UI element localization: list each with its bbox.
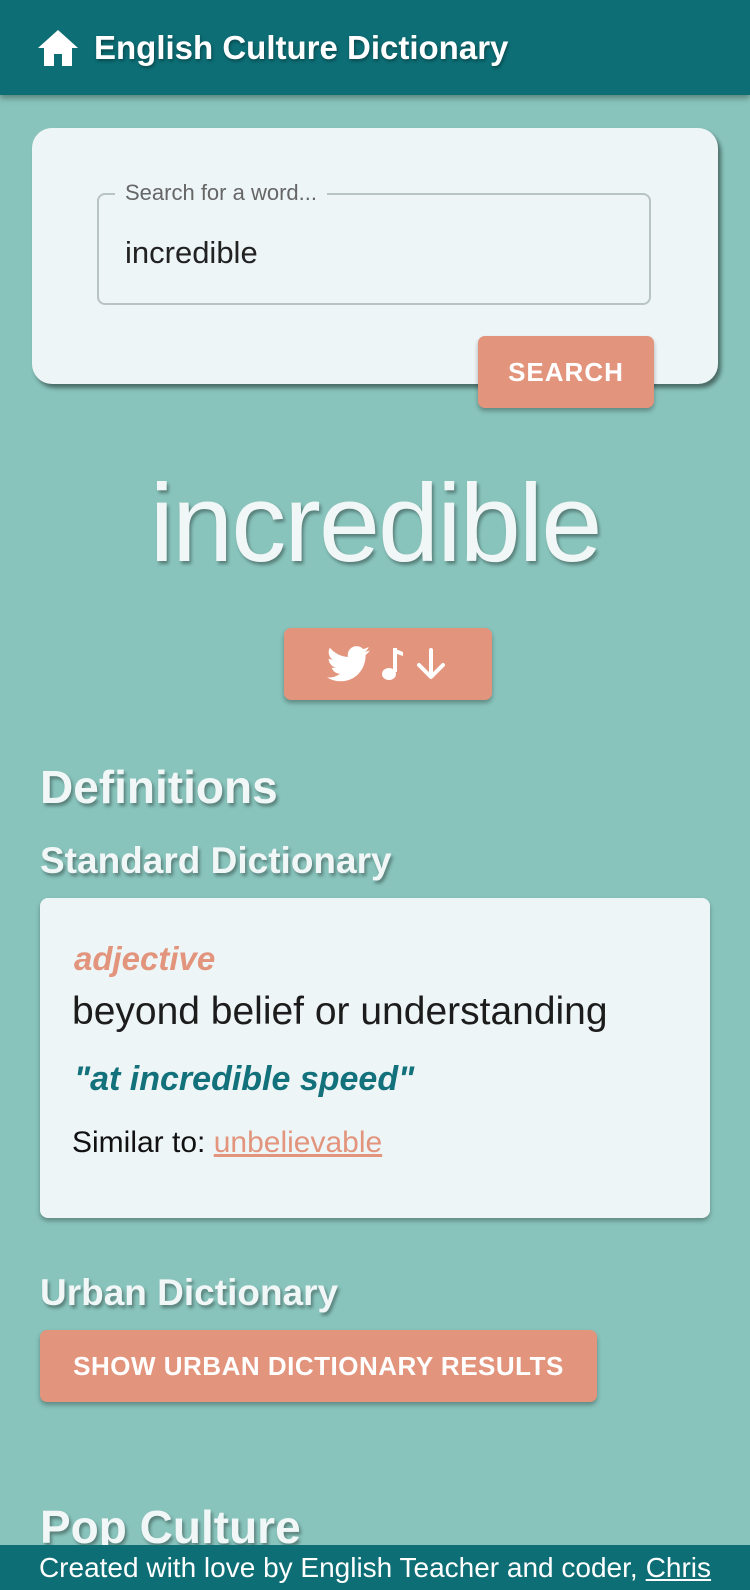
arrow-down-icon[interactable] bbox=[413, 646, 449, 682]
music-note-icon[interactable] bbox=[381, 646, 403, 682]
search-input[interactable]: Search for a word... incredible bbox=[97, 180, 651, 305]
similar-word-link[interactable]: unbelievable bbox=[214, 1126, 382, 1159]
footer: Created with love by English Teacher and… bbox=[0, 1545, 750, 1590]
footer-text: Created with love by English Teacher and… bbox=[38, 1551, 638, 1583]
urban-dictionary-heading: Urban Dictionary bbox=[40, 1272, 339, 1313]
similar-label: Similar to: bbox=[72, 1126, 206, 1159]
standard-dictionary-heading: Standard Dictionary bbox=[40, 840, 392, 881]
definitions-heading: Definitions bbox=[40, 761, 278, 813]
twitter-icon[interactable] bbox=[327, 646, 371, 682]
definition-text: beyond belief or understanding bbox=[72, 990, 608, 1033]
search-input-label: Search for a word... bbox=[115, 180, 327, 206]
home-icon[interactable] bbox=[36, 26, 80, 70]
search-input-value[interactable]: incredible bbox=[125, 235, 258, 271]
similar-words: Similar to: unbelievable bbox=[72, 1126, 382, 1160]
footer-author-link[interactable]: Chris bbox=[646, 1552, 711, 1584]
show-urban-results-button[interactable]: SHOW URBAN DICTIONARY RESULTS bbox=[40, 1330, 597, 1402]
word-actions-button[interactable] bbox=[284, 628, 492, 700]
part-of-speech: adjective bbox=[74, 940, 216, 977]
word-title: incredible bbox=[149, 462, 603, 585]
search-button[interactable]: SEARCH bbox=[478, 336, 654, 408]
app-bar: English Culture Dictionary bbox=[0, 0, 750, 95]
example-sentence: "at incredible speed" bbox=[74, 1060, 415, 1098]
app-title[interactable]: English Culture Dictionary bbox=[94, 29, 508, 67]
definition-card: adjective beyond belief or understanding… bbox=[40, 898, 710, 1218]
